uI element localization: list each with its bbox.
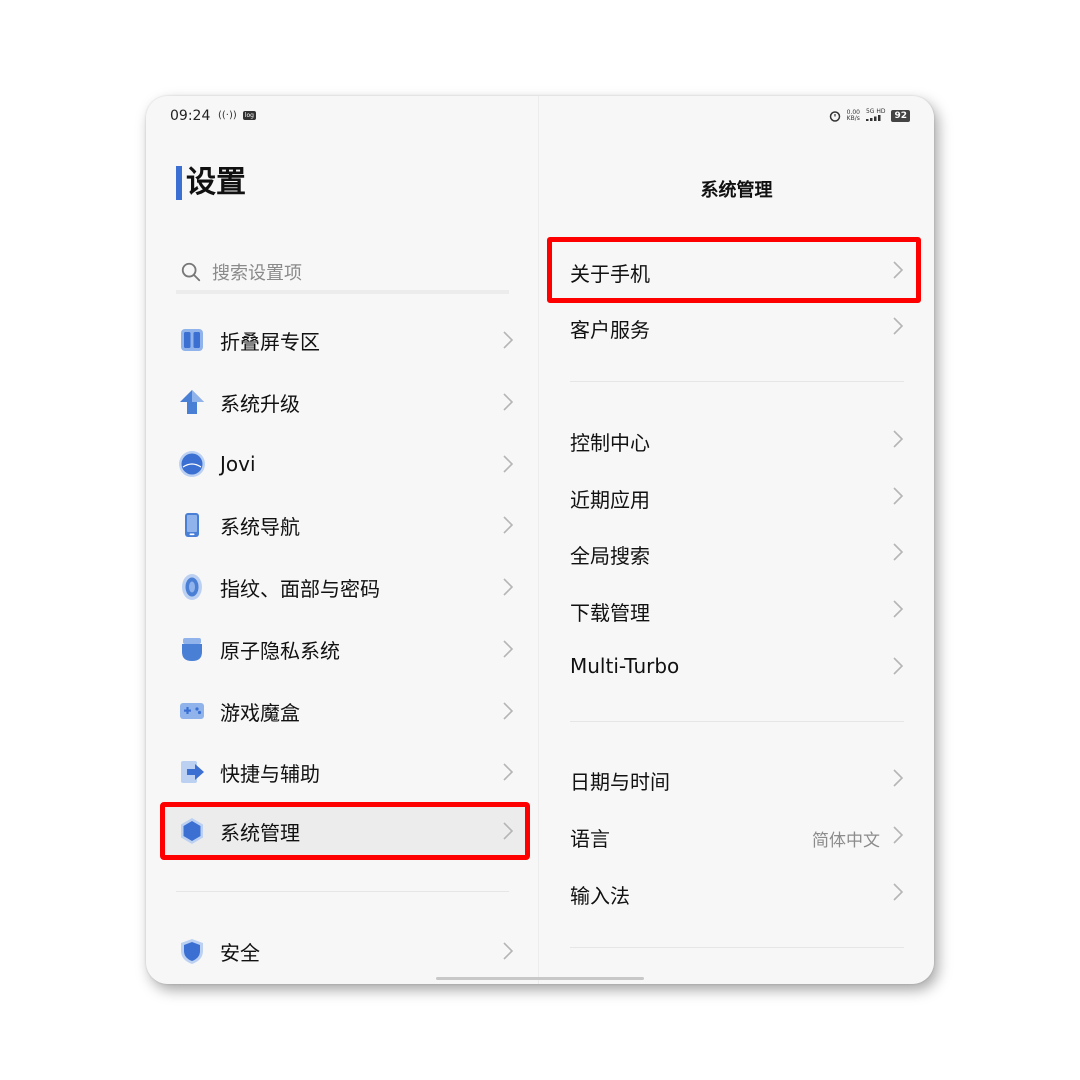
gamepad-icon (180, 703, 204, 719)
jovi-icon (179, 451, 205, 477)
settings-pane: 09:24 ((·)) log 设置 搜索设置项 折叠屏专区 系统升级 Jovi… (146, 96, 538, 984)
chevron-right-icon (503, 640, 514, 658)
status-time: 09:24 (170, 108, 211, 124)
list-item-multi-turbo[interactable]: Multi-Turbo (539, 642, 934, 690)
settings-item-label: 系统管理 (220, 820, 300, 845)
phone-navigation-icon (185, 513, 199, 537)
chevron-right-icon (503, 455, 514, 473)
settings-item-upgrade[interactable]: 系统升级 (160, 374, 530, 430)
pane-title: 系统管理 (700, 180, 773, 201)
chevron-right-icon (503, 516, 514, 534)
chevron-right-icon (503, 822, 514, 840)
settings-item-jovi[interactable]: Jovi (160, 436, 530, 492)
settings-item-label: 安全 (220, 940, 260, 965)
settings-item-label: 游戏魔盒 (220, 700, 300, 725)
settings-item-security[interactable]: 安全 (160, 923, 530, 979)
settings-item-label: 快捷与辅助 (220, 761, 320, 786)
settings-item-foldable[interactable]: 折叠屏专区 (160, 312, 530, 368)
settings-item-fingerprint[interactable]: 指纹、面部与密码 (160, 559, 530, 615)
battery-indicator: 92 (891, 110, 910, 122)
chevron-right-icon (893, 883, 904, 901)
privacy-icon (182, 638, 202, 661)
list-item-label: 语言 (570, 827, 610, 851)
chevron-right-icon (893, 826, 904, 844)
fingerprint-icon (182, 574, 202, 600)
settings-item-shortcut[interactable]: 快捷与辅助 (160, 744, 530, 800)
section-divider (570, 381, 904, 382)
list-item-label: 下载管理 (570, 601, 650, 625)
section-divider (570, 721, 904, 722)
shield-icon (181, 939, 203, 964)
signal-bars-icon (865, 115, 881, 121)
status-icons-right: 0.00 KB/s 5G HD 92 (829, 109, 910, 123)
hotspot-icon: ((·)) (218, 110, 237, 121)
list-item-label: 客户服务 (570, 318, 650, 342)
list-item-input-method[interactable]: 输入法 (539, 868, 934, 916)
settings-item-navigation[interactable]: 系统导航 (160, 497, 530, 553)
chevron-right-icon (503, 393, 514, 411)
signal-indicator: 5G HD (865, 109, 885, 123)
settings-item-label: 指纹、面部与密码 (220, 576, 380, 601)
status-icons-left: ((·)) log (218, 110, 256, 121)
list-item-download-manager[interactable]: 下载管理 (539, 585, 934, 633)
list-item-language[interactable]: 语言 简体中文 (539, 811, 934, 859)
chevron-right-icon (893, 600, 904, 618)
chevron-right-icon (503, 331, 514, 349)
section-divider (176, 891, 509, 892)
chevron-right-icon (503, 942, 514, 960)
settings-item-label: 系统升级 (220, 391, 300, 416)
list-item-control-center[interactable]: 控制中心 (539, 415, 934, 463)
chevron-right-icon (893, 261, 904, 279)
settings-item-label: 折叠屏专区 (220, 329, 320, 354)
chevron-right-icon (503, 702, 514, 720)
list-item-label: 控制中心 (570, 431, 650, 455)
list-item-label: 输入法 (570, 884, 630, 908)
home-indicator[interactable] (436, 977, 644, 980)
shortcut-arrow-icon (181, 761, 204, 783)
search-input[interactable]: 搜索设置项 (176, 254, 509, 294)
settings-item-privacy[interactable]: 原子隐私系统 (160, 621, 530, 677)
list-item-global-search[interactable]: 全局搜索 (539, 528, 934, 576)
upgrade-arrow-icon (180, 390, 204, 414)
settings-item-label: Jovi (220, 452, 256, 476)
list-item-label: 关于手机 (570, 262, 650, 286)
chevron-right-icon (503, 578, 514, 596)
chevron-right-icon (893, 317, 904, 335)
search-placeholder: 搜索设置项 (212, 263, 302, 284)
chevron-right-icon (893, 543, 904, 561)
settings-item-system-management[interactable]: 系统管理 (160, 803, 530, 859)
device-frame: 09:24 ((·)) log 设置 搜索设置项 折叠屏专区 系统升级 Jovi… (146, 96, 934, 984)
list-item-date-time[interactable]: 日期与时间 (539, 754, 934, 802)
log-badge: log (242, 111, 256, 120)
list-item-customer-service[interactable]: 客户服务 (539, 302, 934, 350)
settings-item-label: 原子隐私系统 (220, 638, 340, 663)
settings-item-label: 系统导航 (220, 514, 300, 539)
chevron-right-icon (893, 487, 904, 505)
system-hexagon-icon (181, 818, 203, 844)
page-title: 设置 (176, 166, 246, 200)
list-item-label: 日期与时间 (570, 770, 670, 794)
list-item-label: Multi-Turbo (570, 654, 680, 678)
list-item-label: 全局搜索 (570, 544, 650, 568)
list-item-about-phone[interactable]: 关于手机 (539, 246, 934, 294)
system-management-pane: 0.00 KB/s 5G HD 92 系统管理 关于手机 客户服务 控制中心 近… (539, 96, 934, 984)
chevron-right-icon (503, 763, 514, 781)
list-item-recent-apps[interactable]: 近期应用 (539, 472, 934, 520)
foldable-icon (181, 329, 203, 351)
search-icon (181, 262, 201, 282)
alarm-icon (829, 111, 840, 122)
chevron-right-icon (893, 430, 904, 448)
settings-item-game[interactable]: 游戏魔盒 (160, 683, 530, 739)
chevron-right-icon (893, 769, 904, 787)
list-item-label: 近期应用 (570, 488, 650, 512)
section-divider (570, 947, 904, 948)
net-speed: 0.00 KB/s (846, 109, 860, 122)
chevron-right-icon (893, 657, 904, 675)
language-value: 简体中文 (812, 831, 880, 851)
